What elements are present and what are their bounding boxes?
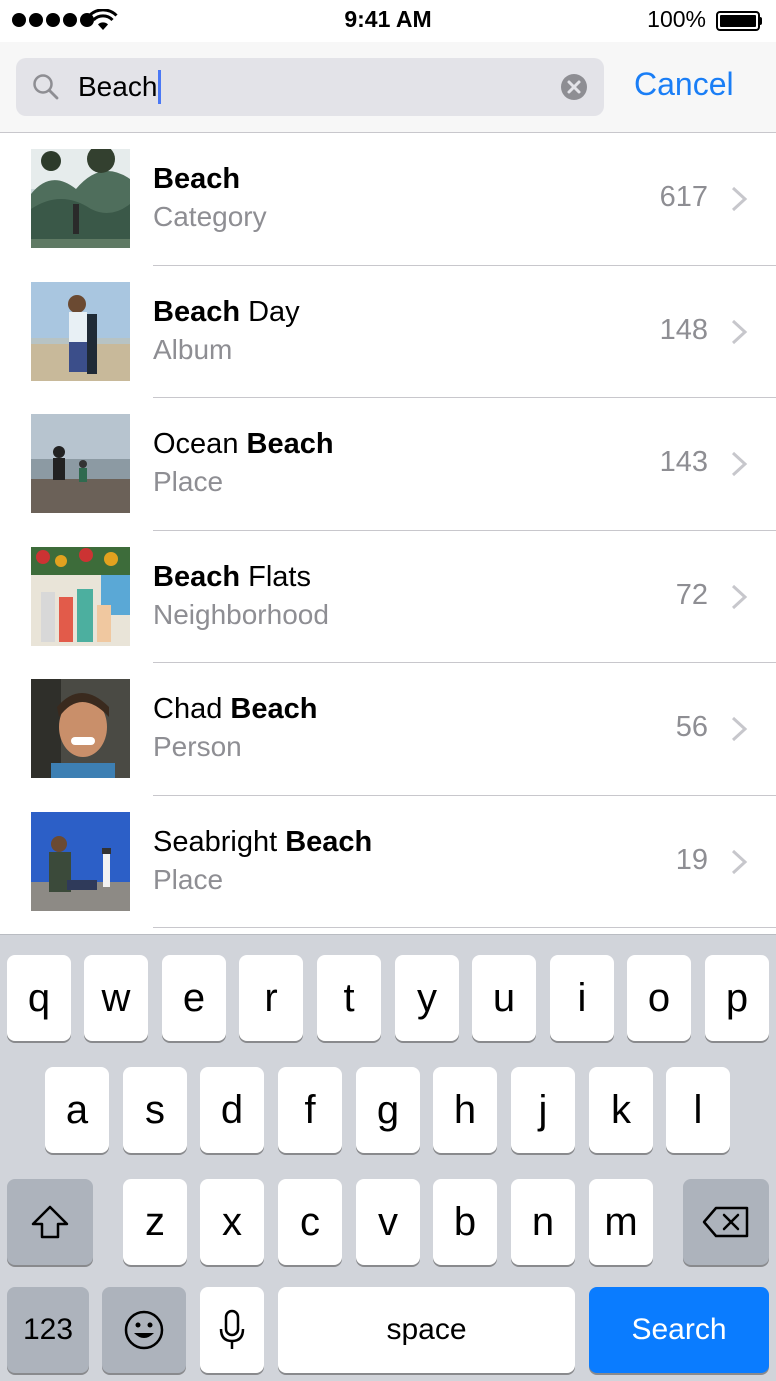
- key-o[interactable]: o: [627, 955, 691, 1041]
- battery-percentage: 100%: [647, 6, 706, 32]
- result-thumbnail: [31, 546, 130, 646]
- key-l[interactable]: l: [666, 1067, 730, 1153]
- result-count: 72: [675, 578, 708, 611]
- search-bar: Beach Cancel: [0, 42, 776, 133]
- result-row[interactable]: Beach Flats Neighborhood 72: [0, 531, 776, 663]
- result-title: Seabright Beach: [153, 825, 373, 858]
- keyboard: q w e r t y u i o p a s d f g h j k l z …: [0, 934, 776, 1381]
- key-j[interactable]: j: [511, 1067, 575, 1153]
- result-subtitle: Category: [153, 201, 267, 232]
- result-count: 148: [659, 313, 708, 346]
- search-icon: [33, 74, 59, 100]
- key-g[interactable]: g: [356, 1067, 420, 1153]
- space-key[interactable]: space: [278, 1287, 575, 1373]
- key-z[interactable]: z: [123, 1179, 187, 1265]
- key-y[interactable]: y: [395, 955, 459, 1041]
- chevron-right-icon: [731, 451, 748, 477]
- cancel-button[interactable]: Cancel: [634, 66, 734, 103]
- key-k[interactable]: k: [589, 1067, 653, 1153]
- key-s[interactable]: s: [123, 1067, 187, 1153]
- key-d[interactable]: d: [200, 1067, 264, 1153]
- key-n[interactable]: n: [511, 1179, 575, 1265]
- result-row[interactable]: Ocean Beach Place 143: [0, 398, 776, 531]
- chevron-right-icon: [731, 716, 748, 742]
- text-cursor: [158, 70, 162, 104]
- battery-icon: [716, 11, 762, 31]
- result-subtitle: Neighborhood: [153, 598, 329, 630]
- dictation-key[interactable]: [200, 1287, 264, 1373]
- key-f[interactable]: f: [278, 1067, 342, 1153]
- result-title: Chad Beach: [153, 693, 318, 725]
- shift-icon: [31, 1205, 69, 1239]
- result-title: Beach Day: [153, 295, 300, 328]
- key-r[interactable]: r: [239, 955, 303, 1041]
- chevron-right-icon: [731, 849, 748, 874]
- result-count: 143: [659, 446, 708, 478]
- key-p[interactable]: p: [705, 955, 769, 1041]
- emoji-icon: [124, 1310, 164, 1350]
- result-row[interactable]: Beach Day Album 148: [0, 266, 776, 398]
- result-thumbnail: [31, 811, 130, 911]
- result-subtitle: Album: [153, 333, 233, 365]
- microphone-icon: [219, 1309, 245, 1349]
- key-e[interactable]: e: [162, 955, 226, 1041]
- key-x[interactable]: x: [200, 1179, 264, 1265]
- key-a[interactable]: a: [45, 1067, 109, 1153]
- result-title: Beach Flats: [153, 560, 311, 593]
- result-count: 617: [659, 181, 708, 213]
- backspace-icon: [702, 1206, 749, 1238]
- result-count: 56: [675, 711, 708, 743]
- numbers-key[interactable]: 123: [7, 1287, 89, 1373]
- key-u[interactable]: u: [472, 955, 536, 1041]
- result-row[interactable]: Beach Category 617: [0, 133, 776, 266]
- key-i[interactable]: i: [550, 955, 614, 1041]
- result-subtitle: Person: [153, 731, 242, 762]
- result-subtitle: Place: [153, 466, 224, 497]
- key-t[interactable]: t: [317, 955, 381, 1041]
- key-w[interactable]: w: [84, 955, 148, 1041]
- result-row[interactable]: Chad Beach Person 56: [0, 663, 776, 796]
- status-bar: 9:41 AM 100%: [0, 0, 776, 42]
- delete-key[interactable]: [683, 1179, 769, 1265]
- result-thumbnail: [31, 149, 130, 248]
- emoji-key[interactable]: [102, 1287, 186, 1373]
- result-row[interactable]: Seabright Beach Place 19: [0, 796, 776, 928]
- chevron-right-icon: [731, 584, 748, 609]
- key-m[interactable]: m: [589, 1179, 653, 1265]
- result-count: 19: [675, 843, 708, 876]
- search-key[interactable]: Search: [589, 1287, 769, 1373]
- result-subtitle: Place: [153, 863, 224, 895]
- search-input[interactable]: Beach: [16, 58, 604, 116]
- result-thumbnail: [31, 281, 130, 381]
- result-thumbnail: [31, 679, 130, 778]
- chevron-right-icon: [731, 186, 748, 212]
- search-query: Beach: [78, 70, 162, 104]
- key-c[interactable]: c: [278, 1179, 342, 1265]
- key-b[interactable]: b: [433, 1179, 497, 1265]
- shift-key[interactable]: [7, 1179, 93, 1265]
- row-divider: [153, 927, 776, 928]
- key-v[interactable]: v: [356, 1179, 420, 1265]
- key-h[interactable]: h: [433, 1067, 497, 1153]
- clear-text-icon[interactable]: [560, 73, 588, 101]
- result-title: Beach: [153, 163, 241, 195]
- search-results-list: Beach Category 617 Beach Day Album 148 O…: [0, 133, 776, 928]
- chevron-right-icon: [731, 319, 748, 344]
- result-thumbnail: [31, 414, 130, 513]
- result-title: Ocean Beach: [153, 428, 334, 460]
- key-q[interactable]: q: [7, 955, 71, 1041]
